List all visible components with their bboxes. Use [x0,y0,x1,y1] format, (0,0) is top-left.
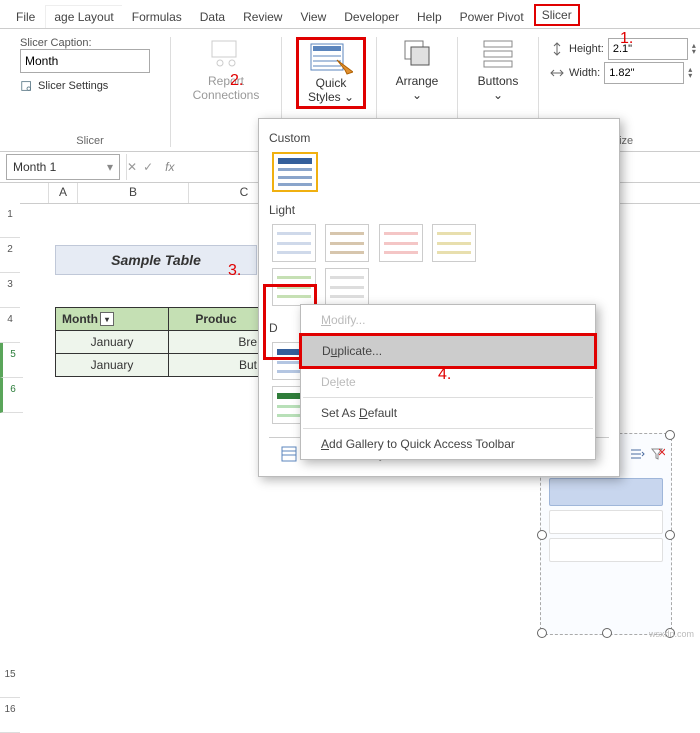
tab-file[interactable]: File [8,6,43,28]
row-header[interactable]: 4 [0,308,20,343]
report-conn-l1: Report [181,74,271,88]
width-icon [549,65,565,81]
tab-slicer[interactable]: Slicer [534,4,580,26]
section-light: Light [269,203,609,217]
ribbon-tabs: File age Layout Formulas Data Review Vie… [0,0,700,29]
tab-view[interactable]: View [292,6,334,28]
quick-styles-l2: Styles [308,90,341,104]
filter-icon[interactable]: ▾ [100,312,114,326]
tab-review[interactable]: Review [235,6,290,28]
row-headers: 1 2 3 4 5 6 15 16 [0,203,23,733]
tab-developer[interactable]: Developer [336,6,407,28]
group-label-slicer: Slicer [20,135,160,147]
buttons-icon [480,37,516,71]
chevron-down-icon: ⌄ [344,90,354,104]
annotation-1: 1. [620,30,633,48]
slicer-caption-input[interactable] [20,49,150,73]
row-header[interactable]: 2 [0,238,20,273]
row-header[interactable]: 16 [0,698,20,733]
width-label: Width: [569,67,600,79]
width-input[interactable] [604,62,684,84]
quick-styles-button[interactable]: Quick Styles ⌄ [296,37,366,109]
ctx-set-default[interactable]: Set As Default [301,398,595,428]
multi-select-icon[interactable] [629,447,645,461]
cancel-icon[interactable]: ✕ [127,160,137,174]
tab-data[interactable]: Data [192,6,233,28]
watermark: wsxdn.com [649,629,694,639]
ctx-duplicate[interactable]: Duplicate... [299,333,597,369]
tab-page-layout[interactable]: age Layout [45,5,121,28]
buttons-dropdown[interactable]: Buttons ⌄ [468,37,528,102]
table-header-month[interactable]: Month▾ [56,308,169,331]
col-header-a[interactable]: A [49,183,78,203]
clear-filter-icon[interactable] [649,447,665,461]
report-connections-icon [206,37,246,71]
chevron-down-icon: ⌄ [468,88,528,102]
ctx-modify[interactable]: Modify... [301,305,595,335]
style-thumb-custom[interactable] [272,152,318,192]
arrange-icon [399,37,435,71]
arrange-button[interactable]: Arrange ⌄ [387,37,447,102]
style-thumb[interactable] [325,224,369,262]
slicer-settings-button[interactable]: Slicer Settings [20,79,160,93]
settings-icon [20,79,34,93]
annotation-4: 4. [438,366,451,384]
ctx-add-gallery[interactable]: Add Gallery to Quick Access Toolbar [301,429,595,459]
name-box-value: Month 1 [13,160,56,174]
row-header[interactable]: 5 [0,343,23,378]
slicer-item[interactable] [549,510,663,534]
height-icon [549,41,565,57]
style-thumb[interactable] [325,268,369,306]
name-box[interactable]: Month 1 ▾ [6,154,120,180]
height-label: Height: [569,43,604,55]
table-row[interactable]: JanuaryBut [56,354,264,377]
table-header-product[interactable]: Produc [169,308,264,331]
annotation-2: 2. [230,72,243,90]
sample-table-title: Sample Table [55,245,257,275]
chevron-down-icon: ▾ [107,160,113,174]
row-header[interactable]: 15 [0,663,20,698]
arrange-label: Arrange [396,74,439,88]
style-thumb[interactable] [379,224,423,262]
row-header[interactable]: 1 [0,203,20,238]
fx-icon[interactable]: fx [159,160,180,174]
row-header[interactable]: 3 [0,273,20,308]
slicer-settings-label: Slicer Settings [38,80,108,92]
chevron-down-icon: ⌄ [387,88,447,102]
annotation-3: 3. [228,262,241,280]
slicer-caption-label: Slicer Caption: [20,37,160,49]
report-conn-l2: Connections [181,88,271,102]
report-connections-button[interactable]: Report Connections [181,37,271,102]
data-table: Month▾ Produc JanuaryBre JanuaryBut [55,307,264,377]
tab-help[interactable]: Help [409,6,450,28]
table-row[interactable]: JanuaryBre [56,331,264,354]
tab-formulas[interactable]: Formulas [124,6,190,28]
enter-icon[interactable]: ✓ [143,160,153,174]
tab-power-pivot[interactable]: Power Pivot [452,6,532,28]
quick-styles-icon [309,42,353,76]
style-thumb[interactable] [272,224,316,262]
height-spinner[interactable]: ▴▾ [692,43,696,55]
new-style-icon [281,446,299,462]
col-header-b[interactable]: B [78,183,189,203]
slicer-item[interactable] [549,538,663,562]
width-spinner[interactable]: ▴▾ [688,67,692,79]
style-thumb[interactable] [432,224,476,262]
quick-styles-l1: Quick [316,76,347,90]
row-header[interactable]: 6 [0,378,23,413]
buttons-label: Buttons [478,74,519,88]
section-custom: Custom [269,131,609,145]
slicer-item-selected[interactable] [549,478,663,506]
